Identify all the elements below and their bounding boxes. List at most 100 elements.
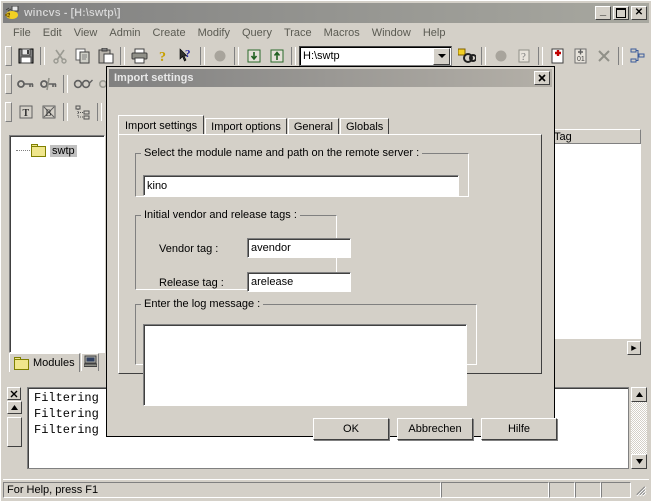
vendor-tag-input[interactable]: avendor (247, 238, 351, 258)
status-pane-2 (549, 482, 575, 498)
svg-text:B: B (45, 108, 51, 118)
glasses-icon[interactable] (71, 73, 94, 95)
cancel-button[interactable]: Abbrechen (397, 418, 473, 440)
ok-button[interactable]: OK (313, 418, 389, 440)
menu-item-admin[interactable]: Admin (103, 26, 146, 40)
menu-item-create[interactable]: Create (147, 26, 192, 40)
status-pane-3 (575, 482, 601, 498)
tab-import-settings[interactable]: Import settings (118, 115, 204, 135)
list-column-header-tag[interactable]: Tag (549, 129, 641, 144)
add-binary-icon[interactable]: 01 (569, 45, 592, 67)
svg-text:T: T (22, 108, 29, 119)
pane-tab-strip: Modules (9, 353, 109, 373)
toolbar-grip[interactable] (5, 74, 12, 94)
tab-globals-label: Globals (346, 121, 383, 133)
chevron-down-icon[interactable] (433, 48, 450, 65)
file-list-body[interactable] (549, 144, 641, 339)
query-icon[interactable]: ? (512, 45, 535, 67)
minimize-button[interactable]: _ (595, 6, 611, 20)
minimize-icon: _ (596, 7, 610, 19)
cut-icon[interactable] (48, 45, 71, 67)
binary-icon[interactable]: B (37, 101, 60, 123)
folder-icon (31, 144, 47, 157)
save-icon[interactable] (14, 45, 37, 67)
menu-item-macros[interactable]: Macros (318, 26, 366, 40)
menu-item-trace[interactable]: Trace (278, 26, 318, 40)
pane-tab-machine[interactable] (81, 353, 99, 371)
release-tag-input[interactable]: arelease (247, 272, 351, 292)
menu-item-edit[interactable]: Edit (37, 26, 68, 40)
console-left-scrollbar[interactable] (7, 401, 22, 471)
wincvs-app-icon (5, 6, 21, 21)
key-icon[interactable] (14, 73, 37, 95)
console-vertical-scrollbar[interactable] (631, 387, 647, 469)
list-column-header-tag-label: Tag (554, 131, 572, 143)
text-icon[interactable]: T (14, 101, 37, 123)
tab-globals[interactable]: Globals (340, 118, 389, 135)
maximize-button[interactable] (613, 6, 629, 20)
menu-item-query[interactable]: Query (236, 26, 278, 40)
toolbar-separator (40, 47, 45, 65)
menu-item-view[interactable]: View (68, 26, 104, 40)
module-name-input-value: kino (147, 180, 167, 192)
svg-text:?: ? (521, 51, 526, 63)
toolbar-grip[interactable] (5, 46, 12, 66)
dialog-close-button[interactable] (534, 71, 550, 85)
checkout-icon[interactable] (242, 45, 265, 67)
remove-icon[interactable] (592, 45, 615, 67)
toolbar-grip[interactable] (5, 102, 12, 122)
window-titlebar[interactable]: wincvs - [H:\swtp\] _ ✕ (3, 3, 649, 23)
path-combobox-value: H:\swtp (300, 50, 433, 62)
svg-text:01: 01 (577, 56, 585, 63)
copy-icon[interactable] (71, 45, 94, 67)
status-bar: For Help, press F1 (3, 479, 649, 499)
tab-page-import-settings: Select the module name and path on the r… (118, 134, 542, 374)
about-icon[interactable]: ? (151, 45, 174, 67)
toolbar-separator (200, 47, 205, 65)
add-icon[interactable] (546, 45, 569, 67)
menu-item-help[interactable]: Help (417, 26, 452, 40)
scroll-down-button[interactable] (631, 454, 647, 469)
toolbar-separator (120, 47, 125, 65)
tab-import-settings-label: Import settings (125, 120, 197, 132)
status-pane-1 (441, 482, 549, 498)
key-broken-icon[interactable] (37, 73, 60, 95)
tab-general[interactable]: General (288, 118, 339, 135)
pane-tab-modules[interactable]: Modules (9, 353, 80, 372)
dialog-body: Import settings Import options General G… (109, 87, 552, 434)
path-combobox[interactable]: H:\swtp (299, 46, 452, 66)
module-tree[interactable]: swtp (9, 135, 105, 353)
console-close-button[interactable]: close-icon (7, 387, 21, 400)
print-icon[interactable] (128, 45, 151, 67)
scroll-up-button[interactable] (631, 387, 647, 402)
scroll-right-button[interactable]: ▶ (627, 341, 641, 355)
scroll-up-button-left[interactable] (7, 401, 22, 414)
menu-item-file[interactable]: File (7, 26, 37, 40)
chevron-right-icon: ▶ (631, 344, 636, 352)
menu-item-modify[interactable]: Modify (192, 26, 236, 40)
module-name-input[interactable]: kino (143, 175, 459, 196)
close-button[interactable]: ✕ (631, 6, 647, 20)
tree-item-swtp[interactable]: swtp (16, 144, 104, 157)
window-resize-grip[interactable] (633, 483, 647, 497)
help-cursor-icon[interactable]: ? (174, 45, 197, 67)
paste-icon[interactable] (94, 45, 117, 67)
update-icon[interactable] (265, 45, 288, 67)
scroll-track[interactable] (631, 402, 647, 454)
tree-connector (16, 150, 30, 152)
wincvs-application-window: wincvs - [H:\swtp\] _ ✕ File Edit View A… (0, 0, 652, 502)
menu-item-window[interactable]: Window (366, 26, 417, 40)
scroll-thumb-left[interactable] (7, 417, 22, 447)
browse-icon[interactable] (455, 45, 478, 67)
graph-icon[interactable] (626, 45, 649, 67)
svg-text:?: ? (185, 48, 191, 60)
tree-icon[interactable] (71, 101, 94, 123)
release-tag-input-value: arelease (251, 276, 293, 288)
main-toolbar: ? ? H:\swtp (3, 43, 649, 69)
tab-import-options[interactable]: Import options (205, 118, 287, 135)
list-horizontal-scrollbar[interactable]: ▶ (549, 341, 641, 355)
help-button[interactable]: Hilfe (481, 418, 557, 440)
dialog-titlebar[interactable]: Import settings (109, 69, 552, 87)
vendor-tag-input-value: avendor (251, 242, 291, 254)
log-message-textarea[interactable] (143, 324, 467, 406)
